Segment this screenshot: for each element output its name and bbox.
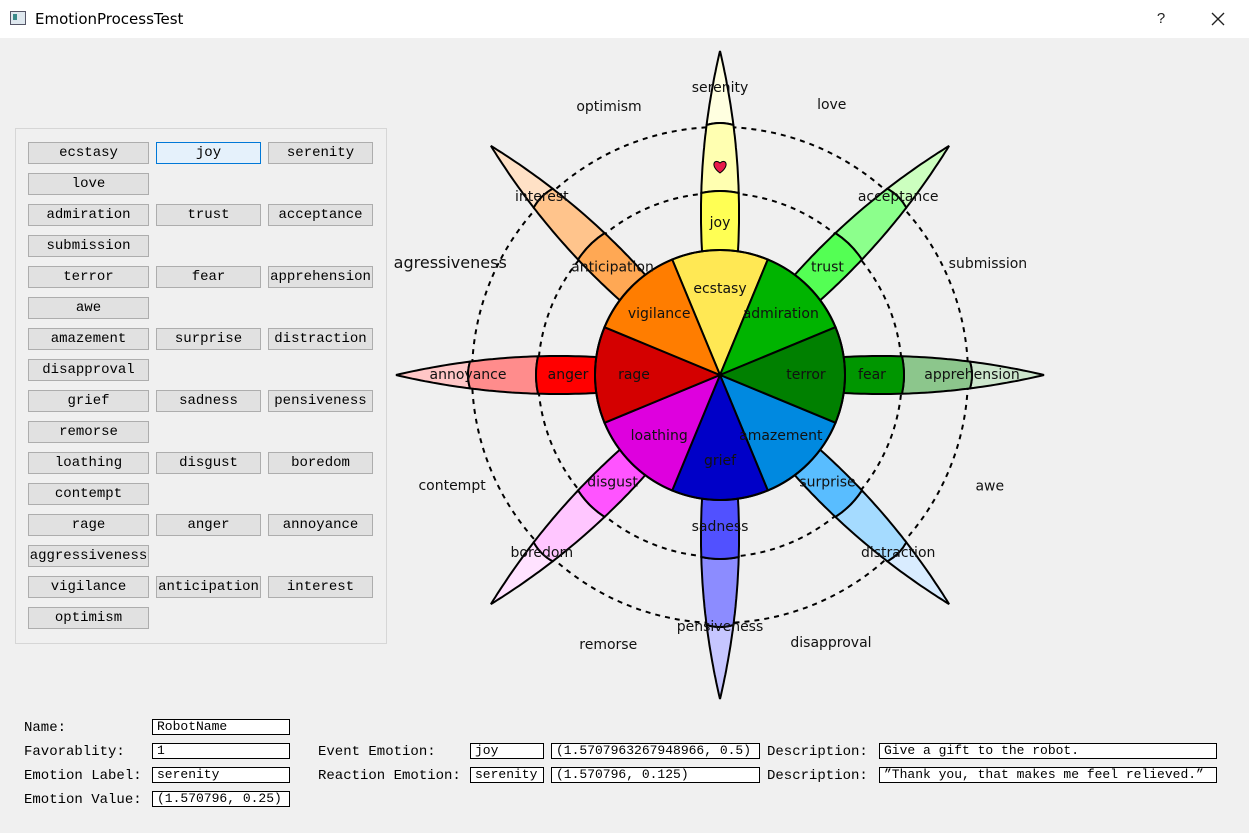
event-emotion-coords-field[interactable]: (1.5707963267948966, 0.5)	[551, 743, 760, 759]
disapproval-button[interactable]: disapproval	[28, 359, 149, 381]
surprise-button[interactable]: surprise	[156, 328, 261, 350]
wheel-label-inner: grief	[704, 453, 737, 469]
emotion-wheel[interactable]: serenity joy ecstasy acceptance trust admirat…	[390, 45, 1052, 710]
favorability-field[interactable]: 1	[152, 743, 290, 759]
event-description-field[interactable]: Give a gift to the robot.	[879, 743, 1217, 759]
wheel-dyad-label: submission	[949, 256, 1028, 272]
wheel-label-middle: joy	[709, 215, 731, 231]
wheel-dyad-label: love	[817, 97, 846, 113]
amazement-button[interactable]: amazement	[28, 328, 149, 350]
anticipation-button[interactable]: anticipation	[156, 576, 261, 598]
wheel-dyad-label: remorse	[579, 637, 637, 653]
wheel-label-middle: anticipation	[571, 260, 654, 276]
wheel-label-inner: vigilance	[628, 306, 691, 322]
wheel-label-outer: apprehension	[924, 367, 1019, 383]
petal-outer-band	[700, 555, 740, 628]
admiration-button[interactable]: admiration	[28, 204, 149, 226]
wheel-label-inner: admiration	[743, 306, 819, 322]
trust-button[interactable]: trust	[156, 204, 261, 226]
reaction-emotion-coords-field[interactable]: (1.570796, 0.125)	[551, 767, 760, 783]
interest-button[interactable]: interest	[268, 576, 373, 598]
wheel-label-outer: interest	[515, 189, 569, 205]
petal-tip	[705, 623, 735, 700]
emotion-value-label: Emotion Value:	[24, 792, 142, 808]
wheel-label-inner: amazement	[739, 428, 823, 444]
wheel-dyad-label: disapproval	[790, 635, 871, 651]
wheel-label-outer: acceptance	[858, 189, 939, 205]
event-emotion-label: Event Emotion:	[318, 744, 436, 760]
app-icon	[10, 11, 26, 25]
reaction-emotion-label: Reaction Emotion:	[318, 768, 461, 784]
title-bar: EmotionProcessTest ?	[0, 0, 1249, 38]
wheel-dyad-label: awe	[975, 479, 1004, 495]
wheel-label-inner: loathing	[631, 428, 688, 444]
name-field[interactable]: RobotName	[152, 719, 290, 735]
ecstasy-button[interactable]: ecstasy	[28, 142, 149, 164]
awe-button[interactable]: awe	[28, 297, 149, 319]
favorability-label: Favorablity:	[24, 744, 125, 760]
wheel-dyad-label: contempt	[418, 478, 486, 494]
sadness-button[interactable]: sadness	[156, 390, 261, 412]
wheel-dyad-label: agressiveness	[394, 253, 507, 272]
grief-button[interactable]: grief	[28, 390, 149, 412]
emotion-label-field[interactable]: serenity	[152, 767, 290, 783]
wheel-label-inner: rage	[618, 367, 650, 383]
wheel-label-outer: annoyance	[430, 367, 507, 383]
vigilance-button[interactable]: vigilance	[28, 576, 149, 598]
emotion-label-label: Emotion Label:	[24, 768, 142, 784]
emotion-value-field[interactable]: (1.570796, 0.25)	[152, 791, 290, 807]
name-label: Name:	[24, 720, 67, 736]
remorse-button[interactable]: remorse	[28, 421, 149, 443]
close-button[interactable]	[1206, 8, 1230, 30]
wheel-label-outer: boredom	[511, 545, 574, 561]
help-button[interactable]: ?	[1150, 8, 1172, 30]
disgust-button[interactable]: disgust	[156, 452, 261, 474]
boredom-button[interactable]: boredom	[268, 452, 373, 474]
wheel-label-inner: terror	[786, 367, 826, 383]
close-icon	[1211, 12, 1225, 26]
event-description-label: Description:	[767, 744, 868, 760]
emotion-button-panel: ecstasy joy serenity love admiration tru…	[15, 128, 387, 644]
terror-button[interactable]: terror	[28, 266, 149, 288]
anger-button[interactable]: anger	[156, 514, 261, 536]
reaction-description-label: Description:	[767, 768, 868, 784]
wheel-label-outer: distraction	[861, 545, 935, 561]
reaction-emotion-field[interactable]: serenity	[470, 767, 544, 783]
pensiveness-button[interactable]: pensiveness	[268, 390, 373, 412]
petal-outer-band	[700, 122, 740, 195]
acceptance-button[interactable]: acceptance	[268, 204, 373, 226]
serenity-button[interactable]: serenity	[268, 142, 373, 164]
apprehension-button[interactable]: apprehension	[268, 266, 373, 288]
joy-button[interactable]: joy	[156, 142, 261, 164]
wheel-label-outer: pensiveness	[677, 619, 764, 635]
wheel-dyad-label: optimism	[576, 99, 641, 115]
wheel-label-middle: sadness	[692, 519, 749, 535]
optimism-button[interactable]: optimism	[28, 607, 149, 629]
event-emotion-field[interactable]: joy	[470, 743, 544, 759]
love-button[interactable]: love	[28, 173, 149, 195]
loathing-button[interactable]: loathing	[28, 452, 149, 474]
reaction-description-field[interactable]: ”Thank you, that makes me feel relieved.…	[879, 767, 1217, 783]
window-title: EmotionProcessTest	[35, 10, 184, 28]
fear-button[interactable]: fear	[156, 266, 261, 288]
aggressiveness-button[interactable]: aggressiveness	[28, 545, 149, 567]
wheel-label-outer: serenity	[692, 80, 749, 96]
wheel-label-middle: anger	[548, 367, 589, 383]
distraction-button[interactable]: distraction	[268, 328, 373, 350]
wheel-label-middle: trust	[811, 260, 844, 276]
wheel-label-middle: fear	[858, 367, 886, 383]
annoyance-button[interactable]: annoyance	[268, 514, 373, 536]
wheel-label-middle: surprise	[799, 474, 855, 490]
wheel-label-middle: disgust	[587, 474, 638, 490]
wheel-label-inner: ecstasy	[693, 281, 746, 297]
contempt-button[interactable]: contempt	[28, 483, 149, 505]
submission-button[interactable]: submission	[28, 235, 149, 257]
rage-button[interactable]: rage	[28, 514, 149, 536]
